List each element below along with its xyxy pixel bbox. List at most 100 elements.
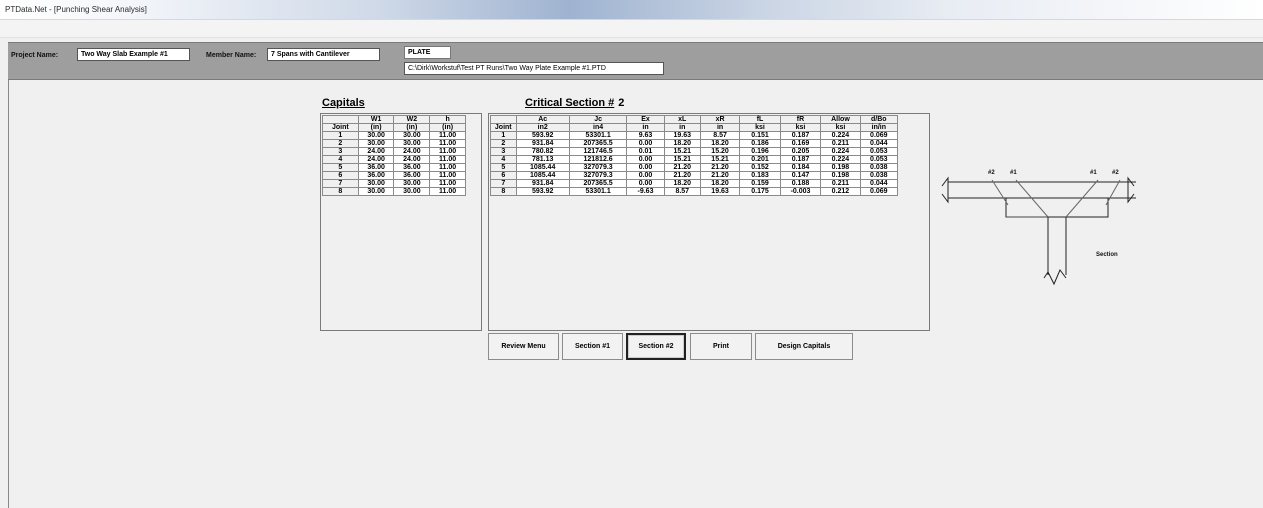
table-cell: 24.00 [357, 147, 395, 156]
table-cell: 8.57 [663, 187, 701, 196]
table-cell: 11.00 [429, 147, 466, 156]
table-cell: 0.188 [779, 179, 822, 188]
table-cell: 30.00 [357, 179, 395, 188]
table-cell: 0.187 [779, 155, 822, 164]
table-cell: 53301.1 [568, 131, 628, 140]
table-cell: 30.00 [393, 139, 431, 148]
table-cell: 11.00 [429, 171, 466, 180]
table-cell: 30.00 [357, 131, 395, 140]
table-cell: 0.069 [859, 187, 899, 196]
table-cell: 15.21 [663, 147, 701, 156]
table-cell: 0.044 [859, 139, 899, 148]
table-cell: 30.00 [357, 187, 395, 196]
table-cell: fL [739, 115, 781, 124]
member-name-label: Member Name: [206, 52, 257, 59]
section-1-button[interactable]: Section #1 [562, 333, 623, 360]
capitals-heading: Capitals [322, 97, 365, 109]
label-2-left: #2 [988, 170, 995, 176]
table-cell: 0.00 [626, 163, 665, 172]
table-row: 1 30.00 30.00 11.00 [322, 131, 466, 140]
table-cell: 0.151 [739, 131, 781, 140]
table-cell: 30.00 [393, 179, 431, 188]
table-cell: 24.00 [393, 155, 431, 164]
table-cell: 327079.3 [568, 163, 628, 172]
table-row: 8 30.00 30.00 11.00 [322, 187, 466, 196]
table-cell: 0.183 [739, 171, 781, 180]
row-header-cell: 7 [322, 179, 359, 188]
table-cell: 593.92 [515, 131, 570, 140]
capitals-table: W1 W2 h Joint (in) (in) (in) 1 30.00 30.00 11.00 2 3… [322, 115, 466, 196]
table-cell: 207365.5 [568, 139, 628, 148]
table-row: 1 593.92 53301.1 9.63 19.63 8.57 0.151 0.187 0.2… [490, 131, 899, 140]
table-cell: 0.224 [820, 147, 861, 156]
label-2-right: #2 [1112, 170, 1119, 176]
row-header-cell: 1 [322, 131, 359, 140]
table-cell: 19.63 [663, 131, 701, 140]
header-row: W1 W2 h [322, 115, 466, 124]
critical-section-table: Ac Jc Ex xL xR fL fR Allow d/Bo Joint in2 in4 in in in… [490, 115, 899, 196]
table-cell: in4 [568, 123, 628, 132]
table-cell: 15.20 [699, 147, 741, 156]
member-name-field[interactable]: 7 Spans with Cantilever [267, 48, 380, 61]
table-cell: 21.20 [699, 171, 741, 180]
table-cell: h [429, 115, 466, 124]
section-label: Section [1096, 252, 1118, 258]
table-cell: 0.053 [859, 147, 899, 156]
table-cell: 0.00 [626, 171, 665, 180]
table-cell: 11.00 [429, 131, 466, 140]
table-cell: 21.20 [663, 171, 701, 180]
print-button[interactable]: Print [690, 333, 752, 360]
table-cell: 15.21 [699, 155, 741, 164]
table-cell: 0.044 [859, 179, 899, 188]
table-cell: 18.20 [699, 139, 741, 148]
table-cell: 1085.44 [515, 171, 570, 180]
file-path-field[interactable]: C:\Dirk\Workstuf\Test PT Runs\Two Way Pl… [404, 62, 664, 75]
table-cell: 931.84 [515, 179, 570, 188]
table-row: 4 24.00 24.00 11.00 [322, 155, 466, 164]
table-cell: 18.20 [699, 179, 741, 188]
table-cell: 207365.5 [568, 179, 628, 188]
member-type-field[interactable]: PLATE [404, 46, 451, 59]
table-cell: 0.211 [820, 139, 861, 148]
table-cell: in2 [515, 123, 570, 132]
row-header-cell: 6 [490, 171, 517, 180]
row-header-cell: Joint [490, 123, 517, 132]
table-cell: 30.00 [393, 131, 431, 140]
table-cell: (in) [429, 123, 466, 132]
table-cell: 0.224 [820, 155, 861, 164]
critical-section-heading: Critical Section #2 [525, 97, 625, 109]
table-cell: 24.00 [357, 155, 395, 164]
units-row: Joint (in) (in) (in) [322, 123, 466, 132]
table-cell: 11.00 [429, 187, 466, 196]
table-cell: 0.224 [820, 131, 861, 140]
section-line-2-left [991, 179, 1009, 206]
row-header-cell: 2 [322, 139, 359, 148]
table-cell: 8.57 [699, 131, 741, 140]
table-cell: ksi [739, 123, 781, 132]
review-menu-button[interactable]: Review Menu [488, 333, 559, 360]
section-2-button[interactable]: Section #2 [626, 333, 686, 360]
table-cell: 0.159 [739, 179, 781, 188]
table-cell: 36.00 [357, 171, 395, 180]
table-cell: 1085.44 [515, 163, 570, 172]
row-header-cell: 3 [490, 147, 517, 156]
design-capitals-button[interactable]: Design Capitals [755, 333, 853, 360]
table-cell: Ac [515, 115, 570, 124]
table-cell: 0.212 [820, 187, 861, 196]
table-cell: in [626, 123, 665, 132]
table-cell: 36.00 [393, 171, 431, 180]
table-cell: -0.003 [779, 187, 822, 196]
table-cell: 0.196 [739, 147, 781, 156]
table-cell: 0.198 [820, 171, 861, 180]
critical-section-number: 2 [618, 97, 625, 109]
table-cell: 780.82 [515, 147, 570, 156]
table-cell: 0.01 [626, 147, 665, 156]
row-header-cell: 8 [322, 187, 359, 196]
project-name-field[interactable]: Two Way Slab Example #1 [77, 48, 190, 61]
row-header-cell: 1 [490, 131, 517, 140]
table-cell: -9.63 [626, 187, 665, 196]
table-cell: 781.13 [515, 155, 570, 164]
table-cell: 0.00 [626, 139, 665, 148]
table-cell: Allow [820, 115, 861, 124]
table-cell: in [699, 123, 741, 132]
